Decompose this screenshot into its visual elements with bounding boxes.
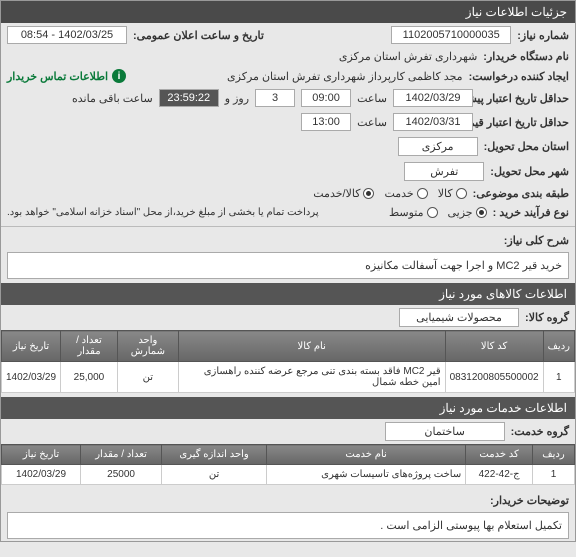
radio-icon <box>427 207 438 218</box>
table-cell: 1402/03/29 <box>2 465 81 485</box>
table-row[interactable]: 10831200805500002قیر MC2 فاقد بسته بندی … <box>2 362 575 393</box>
announce-datetime-label: تاریخ و ساعت اعلان عمومی: <box>133 29 264 42</box>
deadline-remain-label: ساعت باقی مانده <box>72 92 153 105</box>
table-cell: 0831200805500002 <box>445 362 543 393</box>
table-header: تعداد / مقدار <box>81 445 162 465</box>
table-cell: ساخت پروژه‌های تاسیسات شهری <box>266 465 465 485</box>
window-title: جزئیات اطلاعات نیاز <box>1 1 575 23</box>
validity-time-label: ساعت <box>357 116 387 129</box>
deadline-days-label: روز و <box>225 92 249 105</box>
table-cell: تن <box>117 362 178 393</box>
requester-value: مجد کاظمی کارپرداز شهرداری تفرش استان مر… <box>227 70 463 83</box>
contact-info-link[interactable]: i اطلاعات تماس خریدار <box>7 69 126 83</box>
table-header: تاریخ نیاز <box>2 445 81 465</box>
city-label: شهر محل تحویل: <box>490 165 569 178</box>
validity-date: 1402/03/31 <box>393 113 473 131</box>
general-desc-label: شرح کلی نیاز: <box>504 234 569 247</box>
radio-icon <box>363 188 374 199</box>
radio-icon <box>456 188 467 199</box>
deadline-time-label: ساعت <box>357 92 387 105</box>
services-table: ردیفکد خدمتنام خدمتواحد اندازه گیریتعداد… <box>1 444 575 485</box>
contact-info-text: اطلاعات تماس خریدار <box>7 70 108 83</box>
classification-option-label: خدمت <box>384 187 413 200</box>
buyprocess-label: نوع فرآیند خرید : <box>493 206 569 219</box>
requester-label: ایجاد کننده درخواست: <box>469 70 569 83</box>
buyer-notes-value: تکمیل استعلام بها پیوستی الزامی است . <box>7 512 569 539</box>
table-header: تاریخ نیاز <box>2 331 61 362</box>
table-header: واحد اندازه گیری <box>162 445 267 465</box>
radio-icon <box>476 207 487 218</box>
buyer-org-label: نام دستگاه خریدار: <box>483 50 569 63</box>
table-cell: 25000 <box>81 465 162 485</box>
radio-icon <box>417 188 428 199</box>
table-cell: 1 <box>533 465 575 485</box>
province-value: مرکزی <box>398 137 478 156</box>
buyer-notes-label: توضیحات خریدار: <box>490 494 569 507</box>
goods-section-header: اطلاعات کالاهای مورد نیاز <box>1 283 575 305</box>
table-header: کد کالا <box>445 331 543 362</box>
buyprocess-option-label: متوسط <box>389 206 424 219</box>
table-cell: 1 <box>543 362 574 393</box>
deadline-days: 3 <box>255 89 295 107</box>
table-cell: ج-42-422 <box>466 465 533 485</box>
city-value: تفرش <box>404 162 484 181</box>
buyprocess-option[interactable]: جزیی <box>448 206 487 219</box>
classification-option-label: کالا/خدمت <box>313 187 360 200</box>
need-number-value: 1102005710000035 <box>391 26 511 44</box>
classification-option[interactable]: خدمت <box>384 187 427 200</box>
need-number-label: شماره نیاز: <box>517 29 569 42</box>
deadline-remain: 23:59:22 <box>159 89 219 107</box>
validity-label: حداقل تاریخ اعتبار قیمت: تا تاریخ: <box>479 116 569 129</box>
table-header: واحد شمارش <box>117 331 178 362</box>
services-section-header: اطلاعات خدمات مورد نیاز <box>1 397 575 419</box>
buyer-org-value: شهرداری تفرش استان مرکزی <box>339 50 477 63</box>
goods-group-value: محصولات شیمیایی <box>399 308 519 327</box>
announce-datetime-value: 1402/03/25 - 08:54 <box>7 26 127 44</box>
classification-option-label: کالا <box>438 187 453 200</box>
province-label: استان محل تحویل: <box>484 140 569 153</box>
general-desc-value: خرید قیر MC2 و اجرا جهت آسفالت مکانیزه <box>7 252 569 279</box>
table-header: کد خدمت <box>466 445 533 465</box>
deadline-date: 1402/03/29 <box>393 89 473 107</box>
buyprocess-option[interactable]: متوسط <box>389 206 438 219</box>
table-header: ردیف <box>543 331 574 362</box>
services-group-label: گروه خدمت: <box>511 425 569 438</box>
info-icon: i <box>112 69 126 83</box>
classification-label: طبقه بندی موضوعی: <box>473 187 569 200</box>
table-cell: قیر MC2 فاقد بسته بندی تنی مرجع عرضه کنن… <box>178 362 445 393</box>
deadline-label: حداقل تاریخ اعتبار پیشنهاد: <box>479 92 569 105</box>
table-cell: تن <box>162 465 267 485</box>
table-cell: 25,000 <box>61 362 118 393</box>
validity-time: 13:00 <box>301 113 351 131</box>
table-cell: 1402/03/29 <box>2 362 61 393</box>
table-header: نام خدمت <box>266 445 465 465</box>
classification-option[interactable]: کالا/خدمت <box>313 187 374 200</box>
services-group-value: ساختمان <box>385 422 505 441</box>
table-header: تعداد / مقدار <box>61 331 118 362</box>
buyprocess-option-label: جزیی <box>448 206 473 219</box>
table-header: ردیف <box>533 445 575 465</box>
goods-table: ردیفکد کالانام کالاواحد شمارشتعداد / مقد… <box>1 330 575 393</box>
classification-option[interactable]: کالا <box>438 187 467 200</box>
deadline-time: 09:00 <box>301 89 351 107</box>
table-header: نام کالا <box>178 331 445 362</box>
goods-group-label: گروه کالا: <box>525 311 569 324</box>
table-row[interactable]: 1ج-42-422ساخت پروژه‌های تاسیسات شهریتن25… <box>2 465 575 485</box>
buyprocess-note: پرداخت تمام یا بخشی از مبلغ خرید،از محل … <box>7 207 319 218</box>
